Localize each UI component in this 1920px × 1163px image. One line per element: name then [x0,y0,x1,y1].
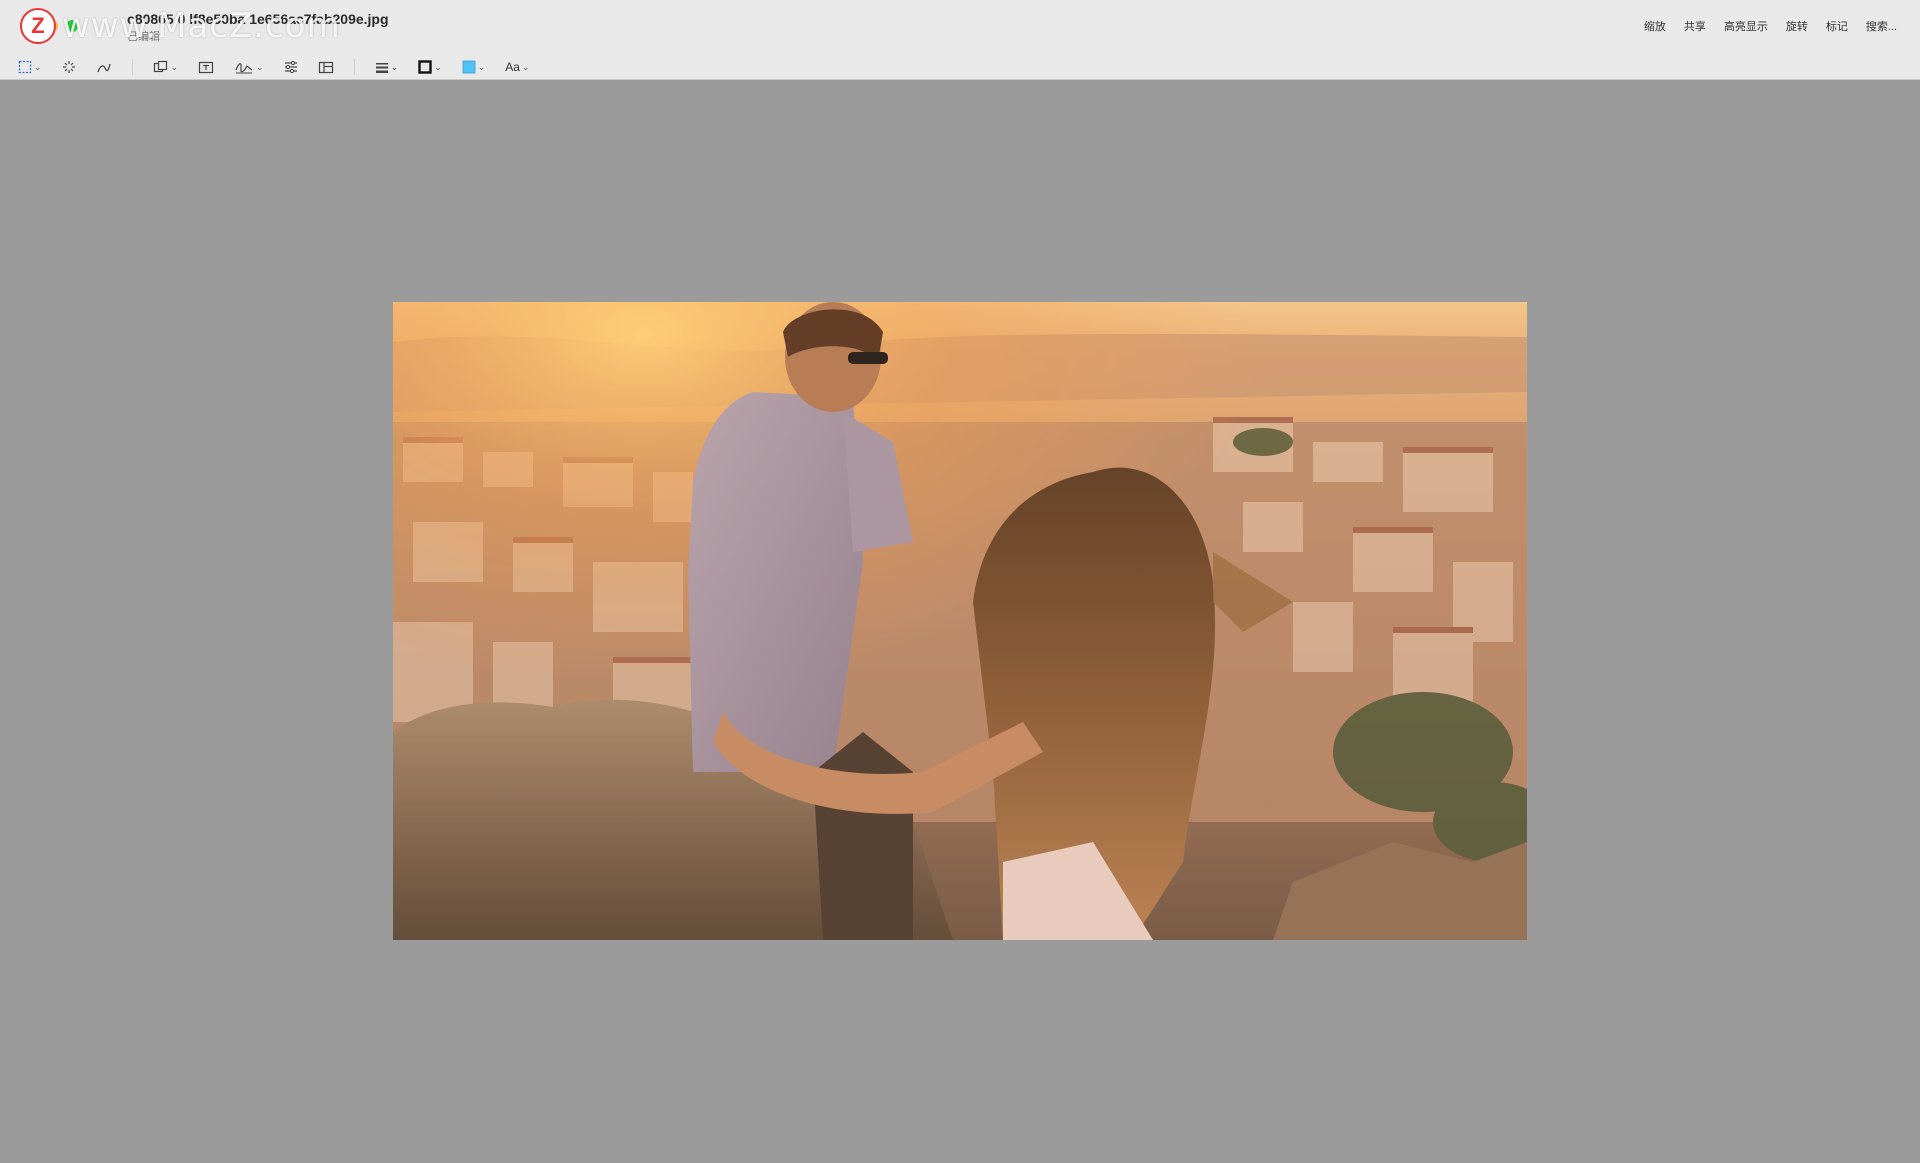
adjust-size-button[interactable] [318,60,334,74]
toolbar-divider [353,59,355,75]
minimize-window-button[interactable] [46,20,58,32]
window-titlebar: c80865 0 lf8e50ba 1e656ac7fab209e.jpg 已编… [0,0,1920,80]
maximize-window-button[interactable] [66,20,78,32]
text-box-icon [198,61,214,74]
text-box-button[interactable] [198,60,214,74]
zoom-button[interactable]: 缩放 [1635,18,1675,34]
adjust-size-icon [318,61,333,74]
chevron-down-icon: ⌄ [434,61,442,72]
adjust-color-button[interactable] [284,60,298,74]
sketch-icon [96,63,111,73]
document-image[interactable] [393,302,1527,940]
instant-alpha-icon [62,61,75,73]
window-controls [26,20,78,32]
text-style-icon: Aa [505,60,520,74]
right-toolbar: 缩放 共享 高亮显示 旋转 标记 搜索... [1635,18,1906,34]
selection-tool-button[interactable]: ⌄ [18,60,42,74]
selection-rectangle-icon [18,60,32,74]
chevron-down-icon: ⌄ [390,61,399,72]
fill-color-icon [462,60,476,74]
close-window-button[interactable] [26,20,38,32]
markup-toolbar: ⌄ ⌄ ⌄ ⌄ ⌄ ⌄ Aa ⌄ [18,58,550,76]
border-color-button[interactable]: ⌄ [418,60,442,74]
sketch-button[interactable] [96,60,112,74]
chevron-down-icon: ⌄ [170,61,179,72]
shapes-icon [153,60,167,73]
markup-button[interactable]: 标记 [1817,18,1857,34]
rotate-button[interactable]: 旋转 [1777,18,1817,34]
share-button[interactable]: 共享 [1675,18,1715,34]
signature-button[interactable]: ⌄ [234,60,264,74]
document-subtitle: 已编辑 [127,31,160,43]
instant-alpha-button[interactable] [62,60,76,74]
chevron-down-icon: ⌄ [521,61,530,72]
line-style-button[interactable]: ⌄ [375,60,399,74]
fill-color-button[interactable]: ⌄ [462,60,486,74]
chevron-down-icon: ⌄ [34,61,42,72]
chevron-down-icon: ⌄ [256,61,264,72]
toolbar-divider [131,59,133,75]
signature-icon [235,63,253,74]
adjust-color-icon [284,60,297,74]
border-color-icon [418,60,432,74]
photo-couple-overlooking-city [393,302,1527,940]
document-title[interactable]: c80865 0 lf8e50ba 1e656ac7fab209e.jpg [127,11,389,27]
line-style-icon [375,63,388,73]
highlight-button[interactable]: 高亮显示 [1715,18,1777,34]
text-style-button[interactable]: Aa ⌄ [505,60,529,74]
chevron-down-icon: ⌄ [477,61,486,72]
shapes-button[interactable]: ⌄ [153,60,179,74]
search-field[interactable]: 搜索... [1857,18,1906,34]
